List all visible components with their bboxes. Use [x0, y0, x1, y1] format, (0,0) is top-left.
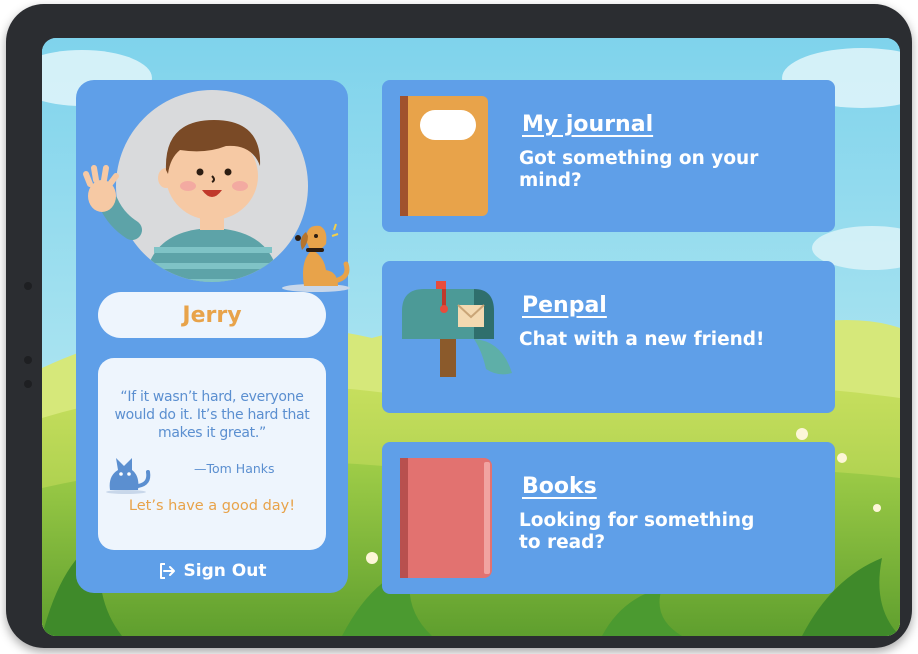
books-card[interactable]: Books Looking for something to read? [382, 442, 835, 594]
sign-out-icon [159, 563, 175, 579]
card-title: Penpal [522, 293, 607, 318]
sign-out-label: Sign Out [183, 561, 267, 581]
side-button [24, 356, 32, 364]
app-screen: Jerry “If it wasn’t hard, everyone would… [42, 38, 900, 636]
cat-illustration [106, 458, 151, 494]
card-title: Books [522, 474, 597, 499]
quote-author: —Tom Hanks [194, 461, 275, 476]
card-subtitle: Got something on your mind? [519, 148, 759, 191]
journal-card[interactable]: My journal Got something on your mind? [382, 80, 835, 232]
card-subtitle: Looking for something to read? [519, 510, 755, 553]
sign-out-button[interactable]: Sign Out [76, 558, 348, 584]
card-title: My journal [522, 112, 654, 137]
user-name: Jerry [98, 292, 326, 338]
book-icon [400, 458, 492, 578]
mailbox-icon [402, 281, 512, 377]
greeting-text: Let’s have a good day! [128, 498, 296, 514]
penpal-card[interactable]: Penpal Chat with a new friend! [382, 261, 835, 413]
quote-text: “If it wasn’t hard, everyone would do it… [114, 389, 310, 441]
quote-card: “If it wasn’t hard, everyone would do it… [98, 358, 326, 550]
card-subtitle: Chat with a new friend! [519, 329, 765, 350]
side-button [24, 380, 32, 388]
profile-panel: Jerry “If it wasn’t hard, everyone would… [76, 80, 350, 593]
side-button [24, 282, 32, 290]
dog-illustration [282, 223, 350, 292]
journal-icon [400, 96, 488, 216]
